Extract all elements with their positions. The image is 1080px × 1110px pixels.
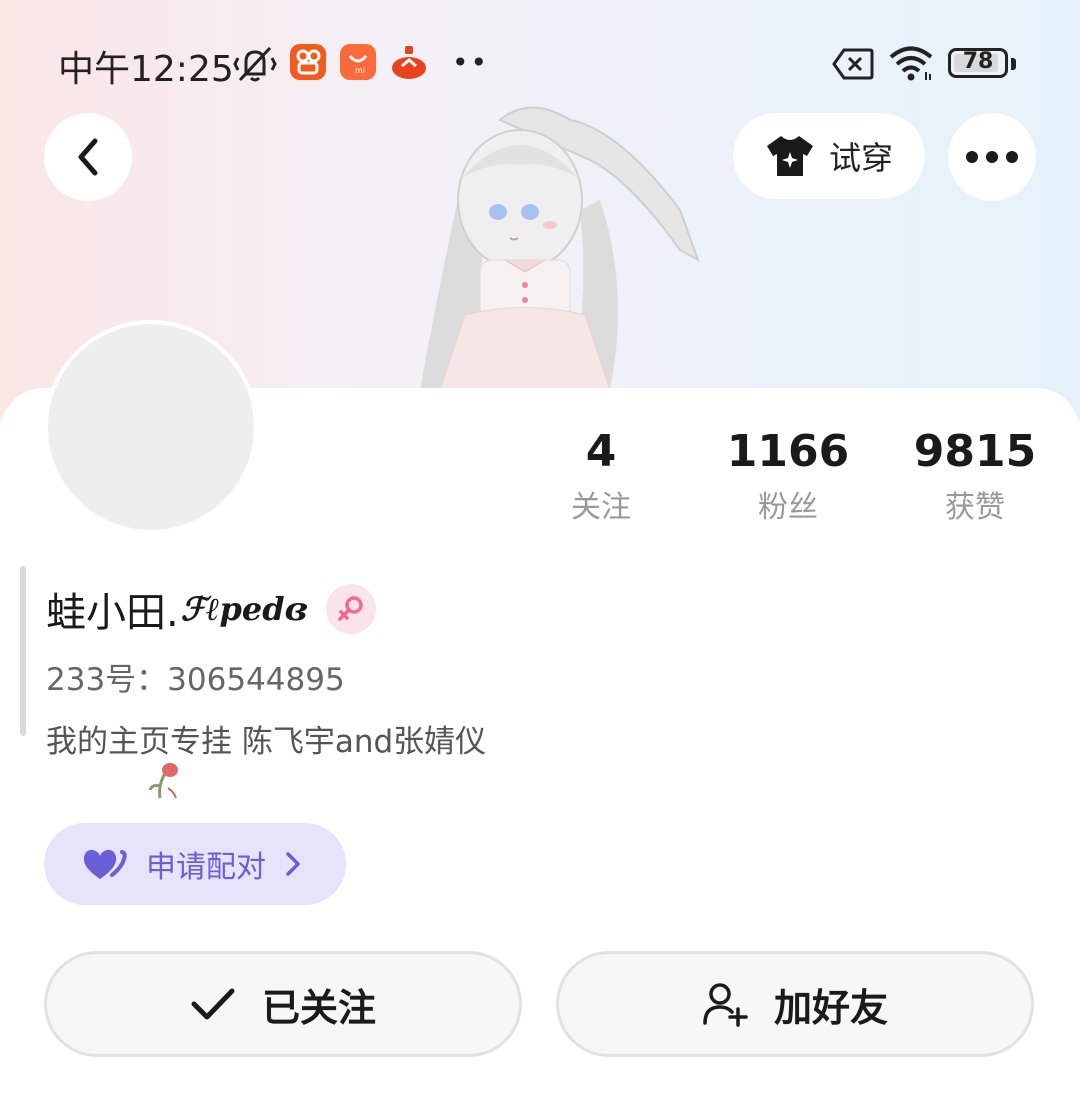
request-pair-label: 申请配对 bbox=[146, 850, 266, 885]
more-options-button[interactable] bbox=[948, 113, 1036, 201]
scroll-indicator bbox=[20, 566, 26, 736]
back-button[interactable] bbox=[44, 113, 132, 201]
try-on-label: 试穿 bbox=[828, 139, 893, 177]
stat-followers[interactable]: 1166 粉丝 bbox=[708, 424, 868, 526]
stat-value: 9815 bbox=[913, 426, 1037, 477]
profile-name: 蛙小田. ℱℓpedɞ bbox=[46, 580, 376, 638]
battery-tip bbox=[1011, 58, 1016, 70]
followed-button[interactable]: 已关注 bbox=[44, 951, 522, 1057]
request-pair-button[interactable]: 申请配对 bbox=[44, 823, 346, 905]
status-time: 中午12:25 bbox=[58, 49, 234, 90]
stat-likes[interactable]: 9815 获赞 bbox=[895, 424, 1055, 526]
avatar[interactable] bbox=[44, 320, 258, 534]
user-id: 233号：306544895 bbox=[46, 662, 345, 698]
stat-following[interactable]: 4 关注 bbox=[521, 424, 681, 526]
more-notifications-icon: •• bbox=[452, 46, 490, 79]
followed-label: 已关注 bbox=[261, 985, 376, 1030]
stat-value: 1166 bbox=[726, 426, 850, 477]
female-gender-icon bbox=[325, 584, 376, 634]
battery-icon: 78 bbox=[948, 48, 1008, 78]
battery-level: 78 bbox=[962, 49, 994, 74]
profile-name-text: 蛙小田. bbox=[46, 590, 179, 636]
more-dots-icon bbox=[966, 151, 1018, 163]
stat-label: 获赞 bbox=[945, 490, 1005, 525]
sim-off-icon bbox=[832, 48, 874, 84]
tshirt-icon bbox=[766, 136, 813, 176]
mi-store-icon: mi bbox=[340, 44, 376, 80]
kuaishou-icon bbox=[290, 44, 326, 80]
profile-bio: 我的主页专挂 陈飞宇and张婧仪 bbox=[46, 724, 487, 760]
chevron-left-icon bbox=[78, 138, 98, 176]
stat-label: 关注 bbox=[571, 490, 631, 525]
wifi-icon bbox=[888, 44, 934, 86]
add-user-icon bbox=[703, 983, 748, 1027]
app-icon bbox=[390, 44, 426, 80]
try-on-button[interactable]: 试穿 bbox=[733, 113, 925, 199]
wilted-rose-icon bbox=[146, 760, 182, 804]
avatar-figure-image bbox=[380, 100, 700, 391]
mute-icon bbox=[232, 44, 278, 88]
check-icon bbox=[191, 988, 235, 1020]
stat-label: 粉丝 bbox=[758, 490, 818, 525]
chevron-right-icon bbox=[286, 852, 300, 876]
status-bar: 中午12:25 mi •• 78 bbox=[0, 38, 1080, 90]
hearts-icon bbox=[83, 849, 127, 879]
profile-name-script: ℱℓpedɞ bbox=[180, 590, 308, 628]
add-friend-label: 加好友 bbox=[773, 985, 888, 1030]
add-friend-button[interactable]: 加好友 bbox=[556, 951, 1034, 1057]
stat-value: 4 bbox=[585, 426, 617, 477]
svg-text:mi: mi bbox=[355, 66, 365, 75]
